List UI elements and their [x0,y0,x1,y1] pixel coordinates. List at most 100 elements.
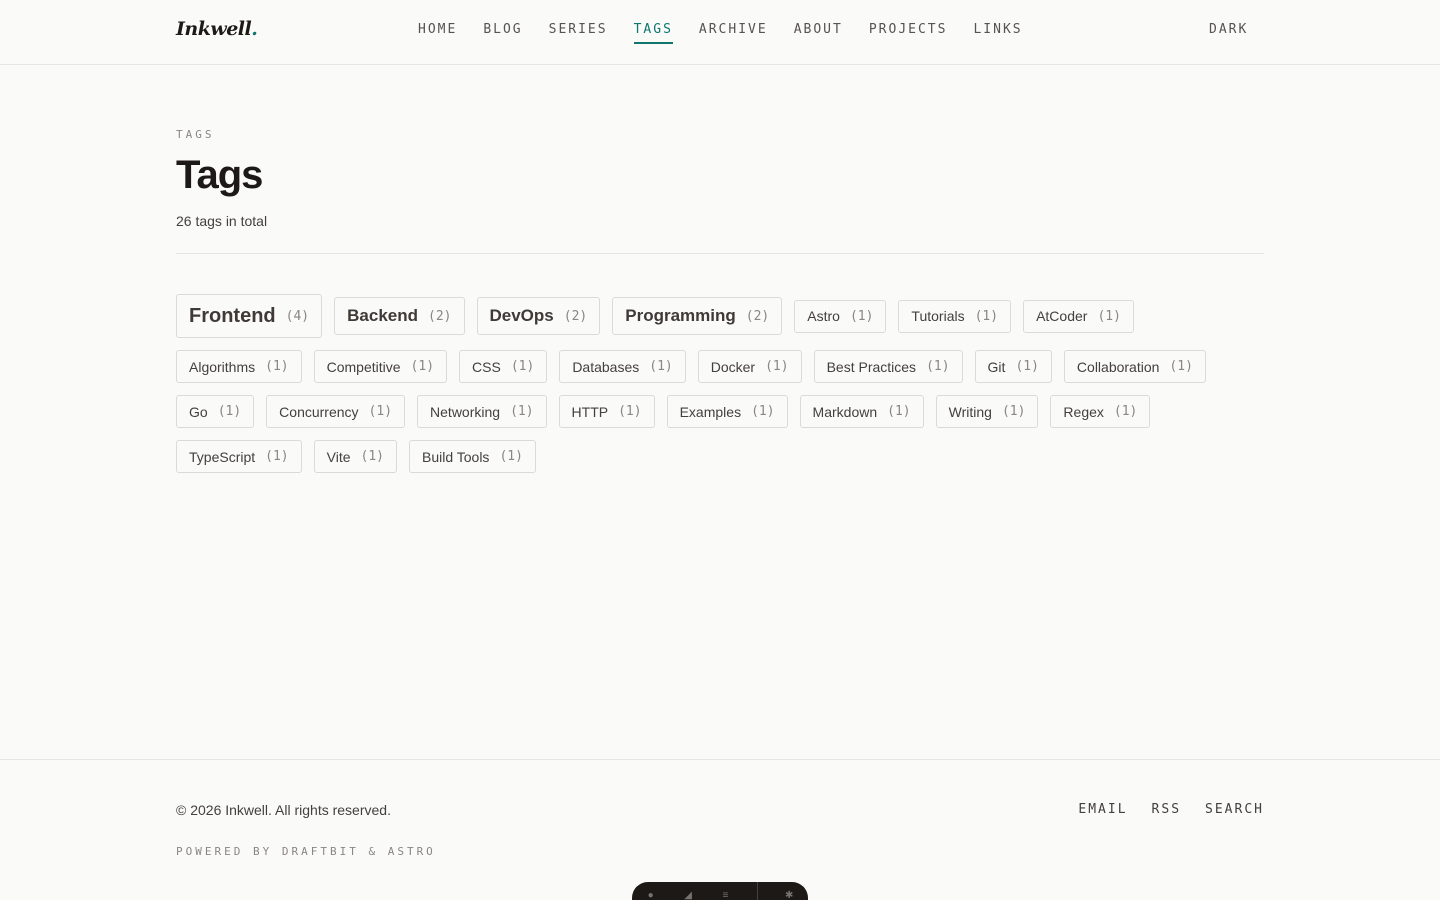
tag-item[interactable]: DevOps (2) [476,297,601,335]
tag-name: TypeScript [189,448,256,465]
tag-count: (1) [265,359,289,374]
nav-about[interactable]: ABOUT [794,22,843,44]
tag-item[interactable]: Databases (1) [559,350,686,383]
nav-blog[interactable]: BLOG [483,22,522,44]
tag-item[interactable]: Backend (2) [334,297,465,335]
tag-name: Vite [326,448,351,465]
footer-link-rss[interactable]: RSS [1152,802,1181,817]
footer-links: EMAIL RSS SEARCH [1078,802,1264,817]
tag-count: (1) [510,359,535,374]
tag-name: Go [189,403,208,420]
tag-count: (1) [368,404,393,419]
tag-count: (1) [751,404,775,419]
gear-icon[interactable]: ✱ [783,891,795,900]
tag-item[interactable]: TypeScript (1) [176,440,302,473]
tag-count: (2) [745,308,770,324]
nav-series[interactable]: SERIES [549,22,608,44]
tag-item[interactable]: Regex (1) [1050,395,1151,428]
tag-item[interactable]: Markdown (1) [799,395,924,428]
tag-item[interactable]: Frontend (4) [176,294,323,338]
tag-total: 26 tags in total [176,213,268,229]
tag-count: (1) [1169,359,1193,374]
tag-item[interactable]: AtCoder (1) [1023,299,1134,333]
tag-count: (1) [887,404,911,419]
tag-name: Docker [710,358,756,375]
tag-item[interactable]: Algorithms (1) [176,350,302,383]
tag-count: (1) [618,404,642,419]
tag-name: Backend [347,306,419,325]
tag-count: (1) [849,308,874,324]
page-eyebrow: TAGS [176,128,215,141]
tag-count: (1) [1113,404,1138,419]
tag-name: Git [987,358,1006,375]
nav-home[interactable]: HOME [418,22,457,44]
toolbar-icon[interactable]: ● [645,891,657,900]
tag-count: (1) [265,449,289,464]
tag-item[interactable]: Writing (1) [935,395,1039,428]
tag-item[interactable]: Docker (1) [697,350,802,383]
tag-item[interactable]: CSS (1) [459,350,548,383]
site-logo[interactable]: Inkwell. [176,18,258,40]
tag-item[interactable]: HTTP (1) [558,395,655,428]
tag-name: Programming [625,306,736,325]
tag-count: (1) [649,359,673,374]
tag-item[interactable]: Networking (1) [417,395,547,428]
tag-name: DevOps [489,306,554,325]
tag-name: Regex [1063,403,1104,420]
tag-name: Astro [807,308,840,324]
tag-item[interactable]: Best Practices (1) [813,350,963,383]
nav-projects[interactable]: PROJECTS [869,22,948,44]
tag-item[interactable]: Astro (1) [794,299,887,333]
powered-by: POWERED BY DRAFTBIT & ASTRO [176,845,436,858]
tag-item[interactable]: Examples (1) [666,395,788,428]
tag-item[interactable]: Build Tools (1) [408,440,536,473]
site-footer: © 2026 Inkwell. All rights reserved. EMA… [0,759,1440,900]
tag-cloud: Frontend (4) Backend (2) DevOps (2) Programmin… [176,294,1264,473]
tag-count: (1) [510,404,534,419]
main-nav: HOME BLOG SERIES TAGS ARCHIVE ABOUT PROJ… [418,22,1049,44]
tag-item[interactable]: Programming (2) [612,297,783,335]
tag-count: (1) [765,359,789,374]
tag-item[interactable]: Competitive (1) [313,350,448,383]
tag-name: Build Tools [421,448,490,465]
tag-name: Databases [572,358,640,375]
copyright: © 2026 Inkwell. All rights reserved. [176,802,391,818]
tag-item[interactable]: Collaboration (1) [1063,350,1206,383]
theme-toggle-button[interactable]: DARK [1209,22,1248,37]
floating-toolbar[interactable]: ● ◢ ≡ ✱ [632,882,808,900]
tag-count: (1) [499,449,523,464]
tag-name: Markdown [812,403,878,420]
menu-icon[interactable]: ≡ [719,891,731,900]
main-content: TAGS Tags 26 tags in total Frontend (4) Ba… [176,128,1264,473]
toolbar-icon[interactable]: ◢ [682,891,694,900]
tag-count: (1) [1097,308,1121,324]
tag-name: Frontend [189,304,276,327]
tag-name: Writing [948,403,992,420]
page-title: Tags [176,153,263,197]
tag-count: (1) [410,359,435,374]
tag-count: (1) [974,308,999,324]
tag-count: (1) [926,359,950,374]
tag-item[interactable]: Tutorials (1) [898,299,1012,333]
tag-count: (2) [563,308,588,324]
tag-name: Best Practices [826,358,917,375]
nav-links[interactable]: LINKS [973,22,1022,44]
divider [176,253,1264,254]
nav-archive[interactable]: ARCHIVE [699,22,768,44]
tag-name: CSS [472,358,501,375]
tag-name: HTTP [571,403,609,420]
tag-name: Concurrency [279,403,359,420]
footer-link-search[interactable]: SEARCH [1205,802,1264,817]
tag-count: (1) [360,449,384,464]
tag-count: (1) [217,404,242,419]
tag-item[interactable]: Git (1) [974,350,1052,383]
tag-item[interactable]: Concurrency (1) [266,395,406,428]
tag-item[interactable]: Vite (1) [313,440,397,473]
toolbar-separator [756,882,758,900]
footer-link-email[interactable]: EMAIL [1078,802,1127,817]
tag-count: (1) [1015,359,1039,374]
tag-item[interactable]: Go (1) [176,395,255,428]
tag-name: Examples [679,403,742,420]
tag-name: Tutorials [911,308,965,324]
nav-tags[interactable]: TAGS [633,22,673,44]
